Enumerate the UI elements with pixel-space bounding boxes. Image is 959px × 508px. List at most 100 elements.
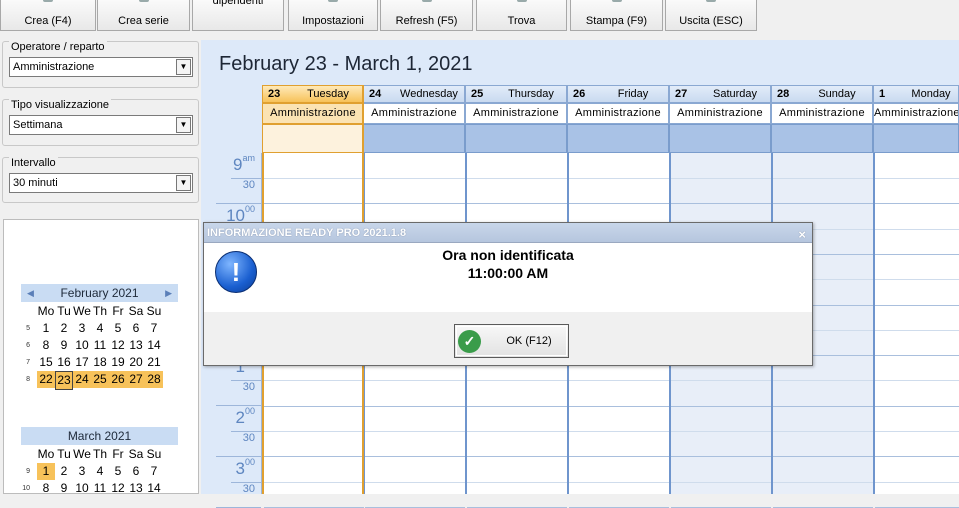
calendar-day[interactable]: 13 bbox=[127, 337, 145, 354]
day-column[interactable] bbox=[873, 153, 959, 508]
slot-line bbox=[875, 380, 959, 382]
calendar-day[interactable]: 25 bbox=[91, 371, 109, 388]
calendar-day[interactable]: 28 bbox=[145, 371, 163, 388]
chevron-down-icon[interactable]: ▼ bbox=[176, 59, 191, 75]
calendar-day[interactable]: 4 bbox=[91, 463, 109, 480]
day-header[interactable]: 1 Monday bbox=[873, 85, 959, 103]
slot-line bbox=[773, 380, 873, 382]
calendar-day[interactable]: 24 bbox=[73, 371, 91, 388]
create-series-button[interactable]: Crea serie bbox=[97, 0, 190, 31]
calendar-day[interactable]: 13 bbox=[127, 480, 145, 497]
half-hour-tick bbox=[231, 178, 261, 179]
calendar-day[interactable]: 14 bbox=[145, 337, 163, 354]
calendar-day[interactable]: 21 bbox=[145, 354, 163, 371]
calendar-day[interactable]: 5 bbox=[109, 463, 127, 480]
calendar-day[interactable]: 9 bbox=[55, 337, 73, 354]
month-header-mar: March 2021 bbox=[21, 427, 178, 445]
calendar-day[interactable]: 8 bbox=[37, 337, 55, 354]
interval-select[interactable]: 30 minuti ▼ bbox=[9, 173, 193, 193]
slot-line bbox=[875, 329, 959, 331]
all-day-area[interactable] bbox=[567, 124, 669, 153]
prev-month-icon[interactable]: ◀ bbox=[27, 284, 34, 302]
ok-button[interactable]: ✓ OK (F12) bbox=[454, 324, 569, 358]
chevron-down-icon[interactable]: ▼ bbox=[176, 117, 191, 133]
calendar-day[interactable]: 19 bbox=[109, 354, 127, 371]
exit-icon bbox=[706, 0, 716, 2]
weekday-label: We bbox=[73, 447, 91, 461]
calendar-day[interactable]: 27 bbox=[127, 371, 145, 388]
chevron-down-icon[interactable]: ▼ bbox=[176, 175, 191, 191]
calendar-day[interactable]: 17 bbox=[73, 354, 91, 371]
calendar-day[interactable]: 12 bbox=[109, 480, 127, 497]
day-header[interactable]: 23 Tuesday bbox=[262, 85, 364, 103]
all-day-area[interactable] bbox=[262, 124, 364, 153]
calendar-day[interactable]: 6 bbox=[127, 463, 145, 480]
day-header[interactable]: 28 Sunday bbox=[771, 85, 873, 103]
day-header[interactable]: 25 Thursday bbox=[465, 85, 567, 103]
calendar-day[interactable]: 14 bbox=[145, 480, 163, 497]
week-number: 7 bbox=[26, 359, 30, 366]
calendar-day[interactable]: 3 bbox=[73, 463, 91, 480]
exit-button[interactable]: Uscita (ESC) bbox=[665, 0, 757, 31]
next-month-icon[interactable]: ▶ bbox=[165, 284, 172, 302]
calendar-day[interactable]: 9 bbox=[55, 480, 73, 497]
all-day-area[interactable] bbox=[669, 124, 771, 153]
close-icon[interactable]: × bbox=[798, 225, 806, 245]
refresh-button[interactable]: Refresh (F5) bbox=[380, 0, 473, 31]
calendar-day[interactable]: 11 bbox=[91, 337, 109, 354]
slot-line bbox=[569, 405, 669, 407]
calendar-day[interactable]: 11 bbox=[91, 480, 109, 497]
calendar-day[interactable]: 16 bbox=[55, 354, 73, 371]
create-button[interactable]: Crea (F4) bbox=[0, 0, 96, 31]
view-type-label: Tipo visualizzazione bbox=[9, 99, 112, 111]
calendar-day[interactable]: 12 bbox=[109, 337, 127, 354]
calendar-day[interactable]: 5 bbox=[109, 320, 127, 337]
calendar-day[interactable]: 10 bbox=[73, 337, 91, 354]
calendar-day[interactable]: 1 bbox=[37, 320, 55, 337]
calendar-day[interactable]: 10 bbox=[73, 480, 91, 497]
print-button[interactable]: Stampa (F9) bbox=[570, 0, 663, 31]
calendar-day[interactable]: 2 bbox=[55, 463, 73, 480]
calendar-day[interactable]: 18 bbox=[91, 354, 109, 371]
slot-line bbox=[569, 431, 669, 432]
calendar-day[interactable]: 23 bbox=[55, 371, 73, 390]
day-name: Tuesday bbox=[307, 88, 349, 100]
calendar-day[interactable]: 22 bbox=[37, 371, 55, 388]
calendar-day[interactable]: 7 bbox=[145, 320, 163, 337]
week-row: 8 22 23 24 25 26 27 28 bbox=[26, 371, 167, 390]
week-row: 6 8 9 10 11 12 13 14 bbox=[26, 337, 167, 354]
operator-label: Operatore / reparto bbox=[9, 41, 107, 53]
all-day-area[interactable] bbox=[873, 124, 959, 153]
employees-button[interactable]: dipendenti bbox=[192, 0, 284, 31]
calendar-day[interactable]: 20 bbox=[127, 354, 145, 371]
day-header[interactable]: 24 Wednesday bbox=[363, 85, 465, 103]
calendar-day[interactable]: 15 bbox=[37, 354, 55, 371]
calendar-day[interactable]: 4 bbox=[91, 320, 109, 337]
slot-line bbox=[264, 456, 364, 458]
resource-header: Amministrazione bbox=[363, 103, 465, 124]
slot-line bbox=[875, 405, 959, 407]
settings-button[interactable]: Impostazioni bbox=[288, 0, 378, 31]
view-type-select[interactable]: Settimana ▼ bbox=[9, 115, 193, 135]
calendar-day[interactable]: 1 bbox=[37, 463, 55, 480]
all-day-area[interactable] bbox=[465, 124, 567, 153]
calendar-day[interactable]: 8 bbox=[37, 480, 55, 497]
calendar-day[interactable]: 6 bbox=[127, 320, 145, 337]
all-day-area[interactable] bbox=[363, 124, 465, 153]
day-header[interactable]: 26 Friday bbox=[567, 85, 669, 103]
calendar-day[interactable]: 26 bbox=[109, 371, 127, 388]
slot-line bbox=[467, 203, 567, 205]
calendar-day[interactable]: 3 bbox=[73, 320, 91, 337]
find-button[interactable]: Trova bbox=[476, 0, 567, 31]
week-number: 10 bbox=[22, 485, 30, 492]
weekday-label: Mo bbox=[37, 304, 55, 318]
day-name: Sunday bbox=[818, 88, 856, 100]
operator-select[interactable]: Amministrazione ▼ bbox=[9, 57, 193, 77]
calendar-day[interactable]: 2 bbox=[55, 320, 73, 337]
weekday-label: Th bbox=[92, 447, 107, 461]
day-header[interactable]: 27 Saturday bbox=[669, 85, 771, 103]
slot-line bbox=[365, 203, 465, 205]
calendar-day[interactable]: 7 bbox=[145, 463, 163, 480]
slot-line bbox=[773, 431, 873, 432]
all-day-area[interactable] bbox=[771, 124, 873, 153]
